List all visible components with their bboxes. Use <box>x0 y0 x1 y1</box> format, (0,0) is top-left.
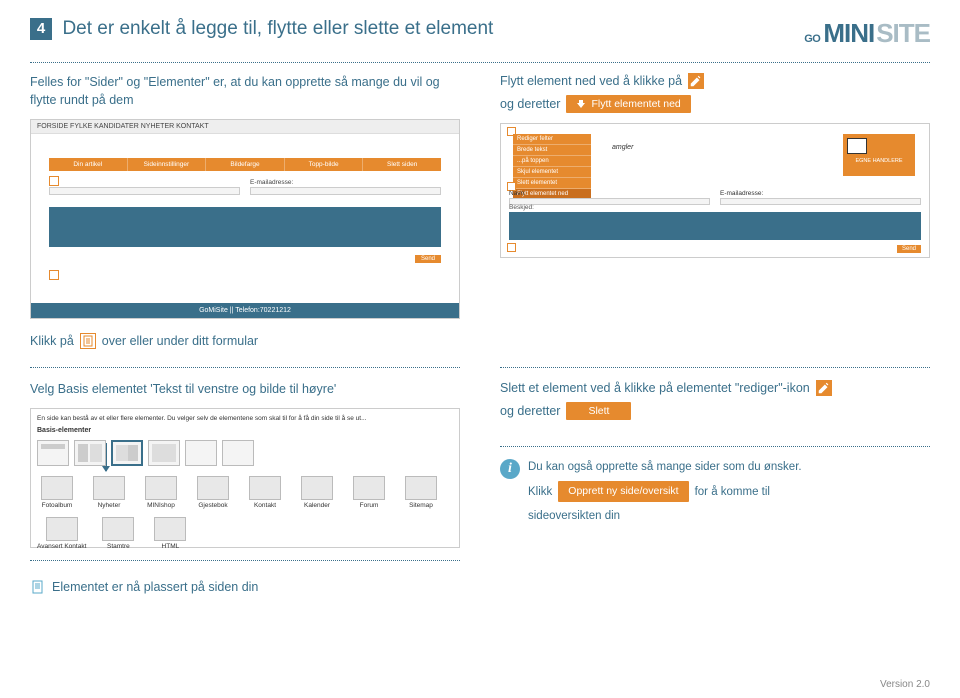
ss1-tab: Bildefarge <box>206 158 285 171</box>
layout-tile <box>222 440 254 466</box>
version-label: Version 2.0 <box>880 679 930 690</box>
screenshot-page-editor: FORSIDE FYLKE KANDIDATER NYHETER KONTAKT… <box>30 119 460 319</box>
label-navn: Navn: <box>509 190 710 197</box>
arrow-down-icon <box>576 99 586 109</box>
layout-tile <box>74 440 106 466</box>
ss1-tab: Topp-bilde <box>285 158 364 171</box>
divider <box>30 367 460 368</box>
click-on-prefix: Klikk på <box>30 334 74 348</box>
delete-button[interactable]: Slett <box>566 402 631 420</box>
divider <box>30 560 460 561</box>
screenshot-element-picker: En side kan bestå av et eller flere elem… <box>30 408 460 548</box>
layout-tile <box>185 440 217 466</box>
delete-line2-prefix: og deretter <box>500 404 560 418</box>
new-element-icon <box>80 333 96 349</box>
document-icon <box>30 579 46 595</box>
delete-button-label: Slett <box>588 405 609 417</box>
tip-last-line: sideoversikten din <box>528 508 802 524</box>
layout-tile <box>148 440 180 466</box>
logo: GO MINI SITE <box>804 18 930 49</box>
menu-item: Slett elementet <box>513 178 591 189</box>
layout-tile <box>111 440 143 466</box>
create-page-button[interactable]: Opprett ny side/oversikt <box>558 481 688 502</box>
basis-tab: Basis-elementer <box>37 427 453 434</box>
label-email: E-mailadresse: <box>720 190 921 197</box>
step-number-badge: 4 <box>30 18 52 40</box>
pencil-icon <box>688 73 704 89</box>
menu-item: ...på toppen <box>513 156 591 167</box>
promo-card: EGNE HANDLERE <box>843 134 915 176</box>
ss1-toolbar: Din artikel Sideinnstillinger Bildefarge… <box>49 158 441 171</box>
divider <box>500 446 930 447</box>
menu-item: Skjul elementet <box>513 167 591 178</box>
send-button: Send <box>415 255 441 263</box>
module-tile: MINIshop <box>141 476 181 509</box>
ss1-footer: GoMiSite || Telefon:70221212 <box>31 303 459 318</box>
edit-handle-icon <box>49 270 59 280</box>
logo-go: GO <box>804 33 820 45</box>
module-tile: Forum <box>349 476 389 509</box>
move-line2-prefix: og deretter <box>500 97 560 111</box>
module-tile: Nyheter <box>89 476 129 509</box>
email-label: E-mailadresse: <box>250 179 441 186</box>
intro-text: Felles for "Sider" og "Elementer" er, at… <box>30 73 460 109</box>
info-icon: i <box>500 459 520 479</box>
move-down-button[interactable]: Flytt elementet ned <box>566 95 690 113</box>
menu-item: Brede tekst <box>513 145 591 156</box>
click-on-suffix: over eller under ditt formular <box>102 334 258 348</box>
delete-line1: Slett et element ved å klikke på element… <box>500 381 810 395</box>
module-tile: HTML <box>150 517 190 550</box>
move-button-label: Flytt elementet ned <box>591 98 680 110</box>
module-tile: Stamtre <box>98 517 138 550</box>
ss1-tab: Slett siden <box>363 158 441 171</box>
send-button: Send <box>897 245 921 253</box>
tip-text: Du kan også opprette så mange sider som … <box>528 459 802 475</box>
edit-handle-icon <box>49 176 59 186</box>
edit-handle-icon <box>507 243 516 252</box>
ss1-tab: Din artikel <box>49 158 128 171</box>
ss1-tab: Sideinnstillinger <box>128 158 207 171</box>
tip-suffix: for å komme til <box>695 484 770 500</box>
label-beskjed: Beskjed: <box>509 204 534 211</box>
module-tile: Kontakt <box>245 476 285 509</box>
ss1-tabs: FORSIDE FYLKE KANDIDATER NYHETER KONTAKT <box>31 120 459 134</box>
menu-item: Rediger felter <box>513 134 591 145</box>
logo-site: SITE <box>876 18 930 49</box>
divider <box>30 62 930 63</box>
module-tile: Avansert Kontakt <box>37 517 86 550</box>
module-tile: Fotoalbum <box>37 476 77 509</box>
divider <box>500 367 930 368</box>
tip-klikk: Klikk <box>528 484 552 500</box>
layout-tile <box>37 440 69 466</box>
create-page-label: Opprett ny side/oversikt <box>568 484 678 499</box>
element-placed-text: Elementet er nå plassert på siden din <box>52 580 258 594</box>
logo-mini: MINI <box>823 18 874 49</box>
choose-basis-text: Velg Basis elementet 'Tekst til venstre … <box>30 380 460 398</box>
screenshot-context-menu: Rediger felter Brede tekst ...på toppen … <box>500 123 930 258</box>
pencil-icon <box>816 380 832 396</box>
module-tile: Gjestebok <box>193 476 233 509</box>
picker-desc: En side kan bestå av et eller flere elem… <box>37 415 453 423</box>
page-title: Det er enkelt å legge til, flytte eller … <box>62 18 493 40</box>
module-tile: Sitemap <box>401 476 441 509</box>
move-line1: Flytt element ned ved å klikke på <box>500 74 682 88</box>
module-tile: Kalender <box>297 476 337 509</box>
card-label: EGNE HANDLERE <box>843 158 915 164</box>
